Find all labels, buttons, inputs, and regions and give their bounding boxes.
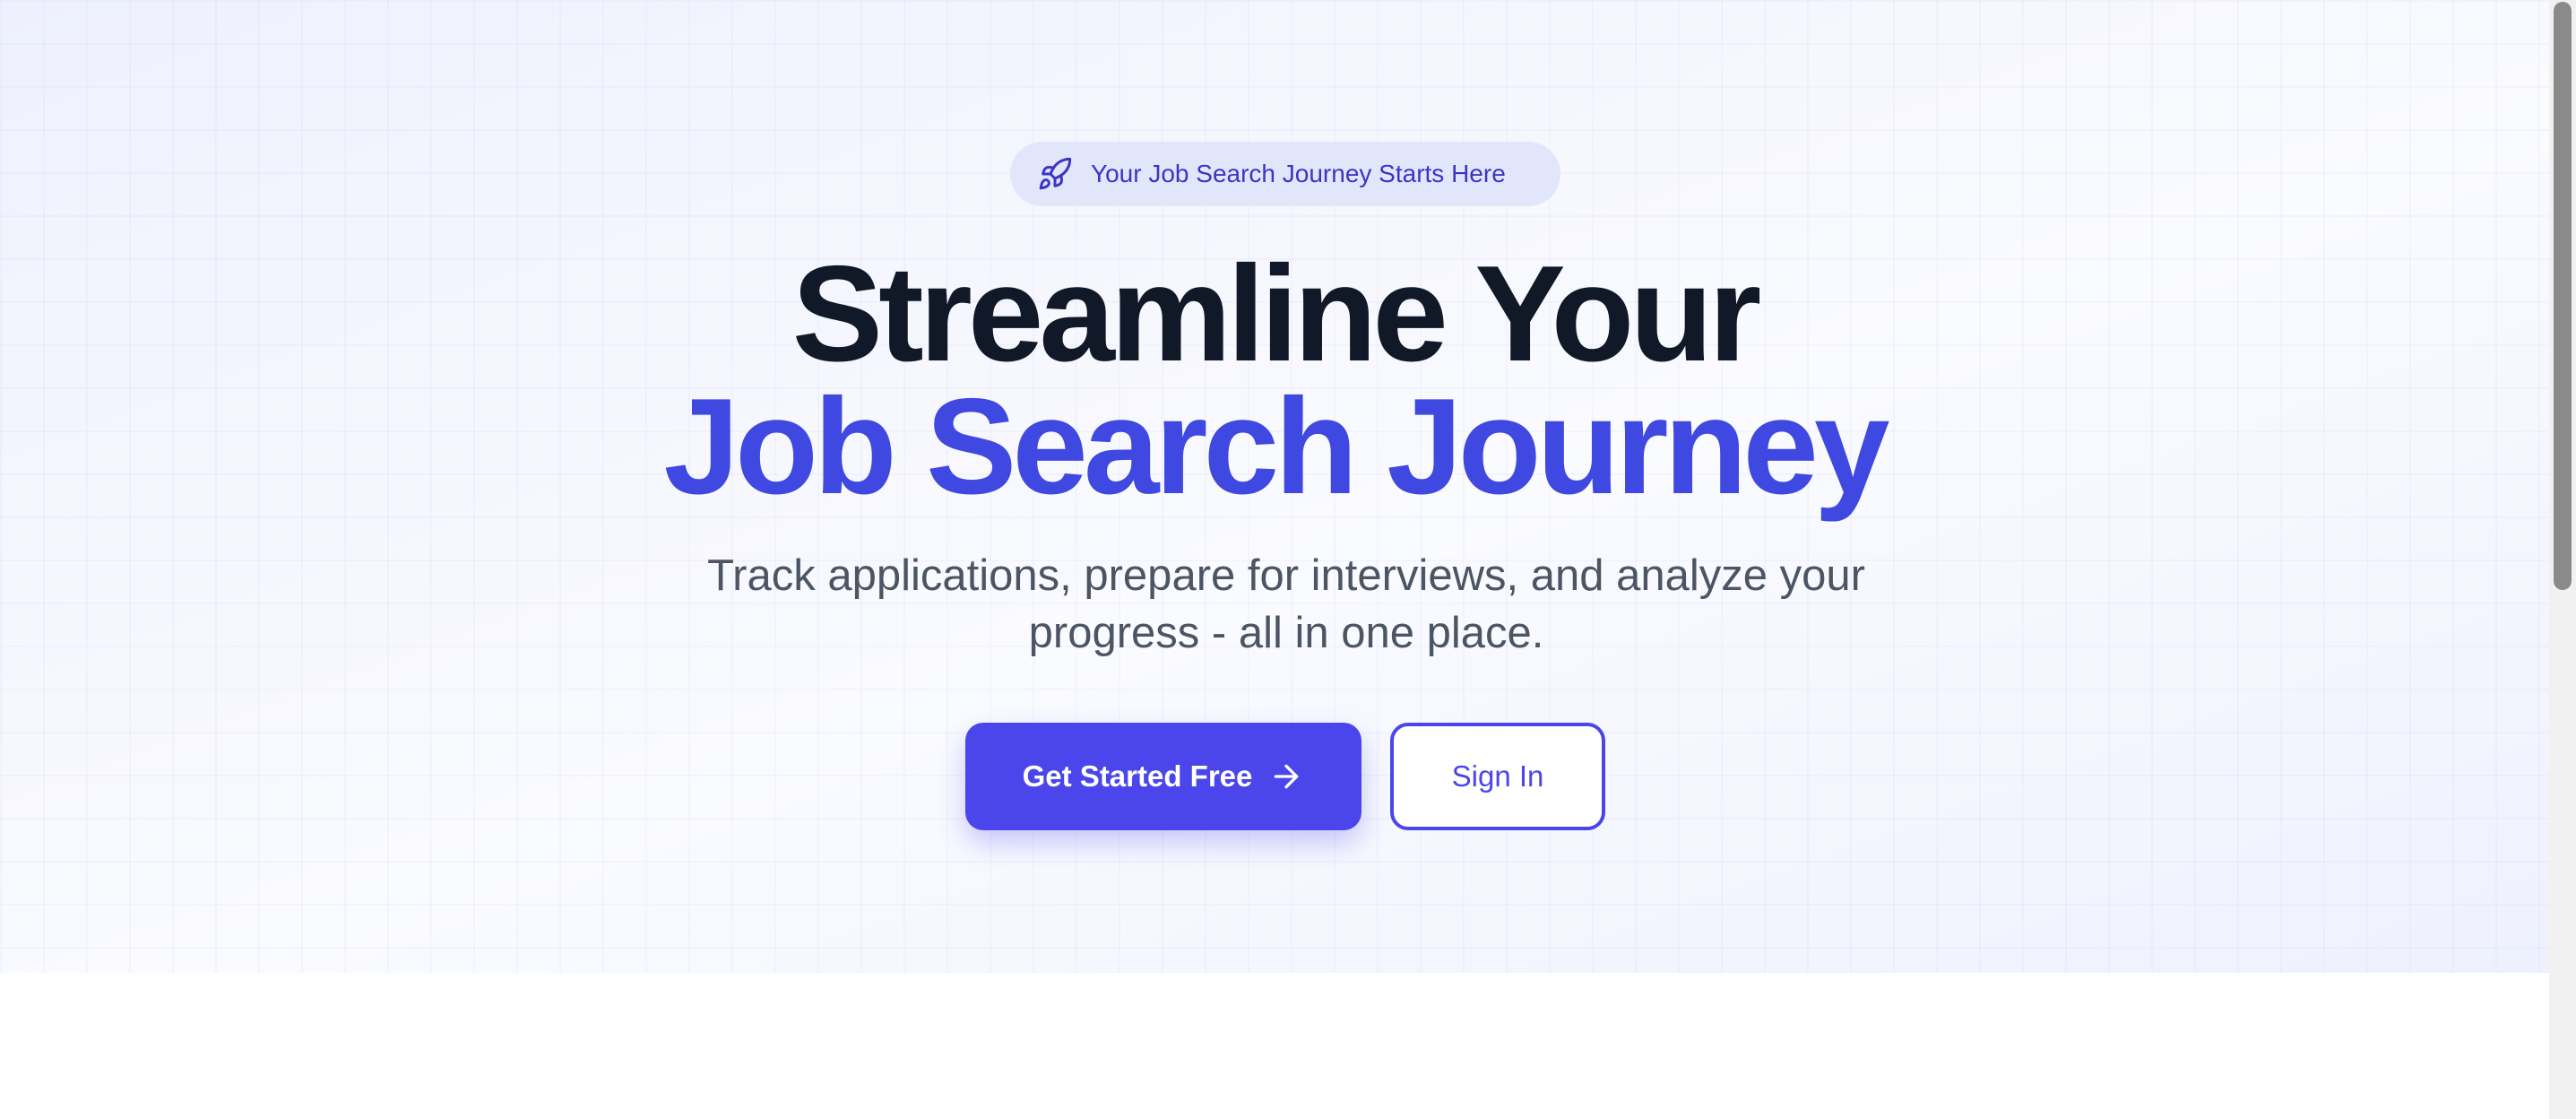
landing-page: Your Job Search Journey Starts Here Stre… <box>0 0 2576 1119</box>
rocket-icon <box>1037 156 1073 192</box>
headline-line-2: Job Search Journey <box>663 370 1890 523</box>
hero-subtitle: Track applications, prepare for intervie… <box>707 551 1865 657</box>
hero-badge: Your Job Search Journey Starts Here <box>1010 142 1560 206</box>
hero-section: Your Job Search Journey Starts Here Stre… <box>0 0 2549 973</box>
get-started-button[interactable]: Get Started Free <box>965 723 1361 830</box>
headline-line-1: Streamline Your <box>791 238 1762 390</box>
vertical-scrollbar[interactable] <box>2549 0 2576 1119</box>
scrollbar-thumb[interactable] <box>2554 2 2572 590</box>
sign-in-label: Sign In <box>1451 759 1544 793</box>
sign-in-button[interactable]: Sign In <box>1390 723 1605 830</box>
badge-text: Your Job Search Journey Starts Here <box>1091 160 1506 187</box>
arrow-right-icon <box>1268 759 1304 794</box>
get-started-label: Get Started Free <box>1022 759 1253 793</box>
